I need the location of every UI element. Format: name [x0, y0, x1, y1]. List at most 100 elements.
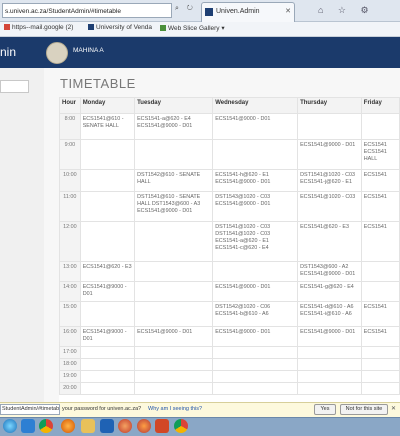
column-header: Wednesday	[212, 97, 299, 114]
timetable-cell	[79, 346, 136, 359]
timetable-cell: ECS1541 ECS1541 HALL	[360, 139, 400, 170]
not-for-this-site-button[interactable]: Not for this site	[340, 404, 388, 415]
browser-toolbar: s.univen.ac.za/StudentAdmin/#timetable ⌕…	[0, 0, 400, 22]
start-button-icon[interactable]	[3, 419, 17, 433]
timetable-header-row: Hour Monday Tuesday Wednesday Thursday F…	[59, 97, 400, 114]
timetable-cell	[297, 382, 362, 395]
tab-title: Univen.Admin	[216, 8, 260, 15]
timetable-cell	[79, 382, 136, 395]
timetable-cell	[134, 221, 214, 262]
gmail-icon	[4, 24, 10, 30]
timetable-cell: ECS1541@1020 - C03	[297, 191, 362, 222]
timetable-cell	[79, 370, 136, 383]
timetable-cell: DST1542@1020 - C06 ECS1541-b@610 - A6	[212, 301, 299, 327]
timetable-row: 19:00	[59, 370, 400, 383]
timetable-cell	[360, 358, 400, 371]
timetable-cell	[79, 191, 136, 222]
timetable-cell	[360, 261, 400, 282]
powerpoint-icon[interactable]	[155, 419, 169, 433]
timetable-row: 10:00 DST1542@610 - SENATE HALL ECS1541-h@…	[59, 169, 400, 192]
favorite-gmail[interactable]: https--mail.google (2)	[4, 24, 73, 31]
timetable-cell	[212, 139, 299, 170]
web-slice-icon	[160, 25, 166, 31]
file-explorer-icon[interactable]	[81, 419, 95, 433]
timetable-cell	[134, 261, 214, 282]
timetable-row: 16:00 ECS1541@9000 - D01 ECS1541@9000 - D0…	[59, 326, 400, 347]
timetable-cell: ECS1541@9000 - D01	[297, 139, 362, 170]
prompt-url-field[interactable]: StudentAdmin/#timetable	[0, 404, 60, 415]
timetable-row: 15:00 DST1542@1020 - C06 ECS1541-b@610 - …	[59, 301, 400, 327]
favorite-label: Web Slice Gallery ▾	[168, 25, 225, 32]
hour-cell: 14:00	[59, 281, 81, 302]
timetable-cell: ECS1541	[360, 326, 400, 347]
hour-cell: 12:00	[59, 221, 81, 262]
browser-tools-icons[interactable]: ⌂ ☆ ⚙	[318, 5, 375, 16]
timetable-cell	[297, 346, 362, 359]
tab-close-icon[interactable]: ✕	[285, 3, 291, 21]
timetable-cell: ECS1541@9000 - D01	[297, 326, 362, 347]
sidebar	[0, 68, 45, 402]
timetable-cell	[212, 382, 299, 395]
timetable-container[interactable]: Hour Monday Tuesday Wednesday Thursday F…	[59, 97, 400, 402]
favorite-label: University of Venda	[96, 24, 153, 31]
timetable-cell	[134, 358, 214, 371]
column-header: Thursday	[297, 97, 362, 114]
hour-cell: 10:00	[59, 169, 81, 192]
column-header: Hour	[59, 97, 81, 114]
timetable-cell	[134, 139, 214, 170]
timetable-row: 17:00	[59, 346, 400, 359]
timetable-cell: ECS1541@9000 - D01	[79, 281, 136, 302]
timetable-cell	[297, 370, 362, 383]
outlook-icon[interactable]	[100, 419, 114, 433]
user-name[interactable]: MAHINA A	[73, 47, 104, 54]
yes-button[interactable]: Yes	[314, 404, 336, 415]
timetable-cell	[79, 221, 136, 262]
timetable-cell	[360, 281, 400, 302]
timetable-cell	[360, 113, 400, 140]
internet-explorer-icon[interactable]	[21, 419, 35, 433]
timetable-cell: ECS1541-a@620 - E4 ECS1541@9000 - D01	[134, 113, 214, 140]
timetable-cell: DST1543@1020 - C03 ECS1541@9000 - D01	[212, 191, 299, 222]
timetable-cell: DST1541@610 - SENATE HALL DST1543@600 - …	[134, 191, 214, 222]
timetable-cell	[212, 358, 299, 371]
chrome-icon[interactable]	[39, 419, 53, 433]
timetable-cell: ECS1541@9000 - D01	[212, 281, 299, 302]
timetable-cell: ECS1541	[360, 301, 400, 327]
timetable-cell: ECS1541	[360, 191, 400, 222]
hour-cell: 20:00	[59, 382, 81, 395]
timetable-cell: ECS1541-d@610 - A6 ECS1541-i@610 - A6	[297, 301, 362, 327]
address-bar[interactable]: s.univen.ac.za/StudentAdmin/#timetable	[2, 3, 172, 18]
timetable-cell	[134, 382, 214, 395]
browser-tab[interactable]: Univen.Admin ✕	[201, 2, 295, 22]
app-brand[interactable]: nin	[0, 45, 16, 59]
timetable-cell: ECS1541	[360, 169, 400, 192]
timetable-row: 20:00	[59, 382, 400, 395]
hour-cell: 18:00	[59, 358, 81, 371]
timetable: Hour Monday Tuesday Wednesday Thursday F…	[59, 97, 400, 395]
hour-cell: 8:00	[59, 113, 81, 140]
media-player-icon[interactable]	[118, 419, 132, 433]
prompt-message: your password for univen.ac.za?	[62, 406, 142, 412]
timetable-cell: ECS1541@9000 - D01	[134, 326, 214, 347]
timetable-cell	[134, 301, 214, 327]
favorite-univen[interactable]: University of Venda	[88, 24, 152, 31]
timetable-cell	[360, 382, 400, 395]
close-prompt-icon[interactable]: ✕	[391, 405, 396, 412]
timetable-cell	[79, 139, 136, 170]
timetable-cell	[212, 370, 299, 383]
timetable-cell: ECS1541@9000 - D01	[79, 326, 136, 347]
hour-cell: 9:00	[59, 139, 81, 170]
sidebar-search-input[interactable]	[0, 80, 29, 93]
hour-cell: 15:00	[59, 301, 81, 327]
chrome-window-icon[interactable]	[174, 419, 188, 433]
favorite-web-slice[interactable]: Web Slice Gallery ▾	[160, 24, 225, 32]
firefox-window-icon[interactable]	[137, 419, 151, 433]
hour-cell: 17:00	[59, 346, 81, 359]
hour-cell: 19:00	[59, 370, 81, 383]
favorite-label: https--mail.google (2)	[12, 24, 74, 31]
why-seeing-this-link[interactable]: Why am I seeing this?	[148, 406, 202, 412]
column-header: Monday	[79, 97, 136, 114]
timetable-row: 12:00 DST1541@1020 - C03 DST1541@1020 - C…	[59, 221, 400, 262]
firefox-icon[interactable]	[61, 419, 75, 433]
tab-favicon-icon	[205, 8, 213, 16]
